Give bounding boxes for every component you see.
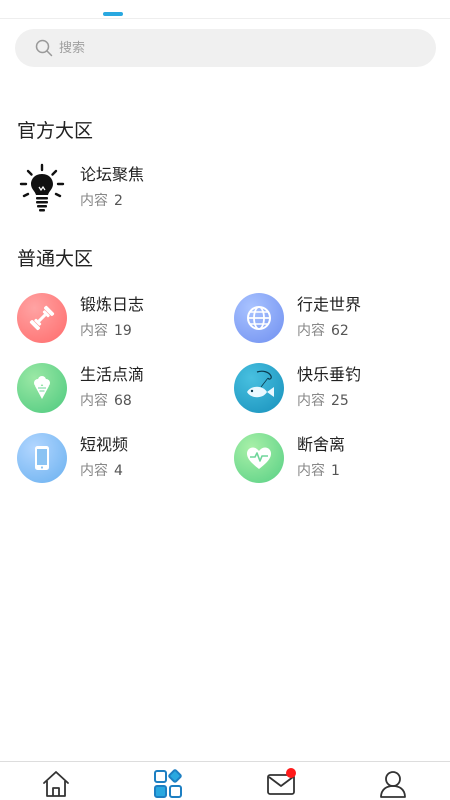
nav-messages[interactable] [263,768,299,800]
forum-item-life-moments[interactable]: 生活点滴 内容 68 [17,363,144,413]
official-section-title: 官方大区 [17,120,94,142]
unread-badge [286,768,296,778]
forum-content-count: 内容 1 [297,463,340,479]
forum-categories-page: 官方大区 论坛聚焦 [0,0,450,800]
forum-item-declutter[interactable]: 断舍离 内容 1 [234,433,345,483]
globe-icon [234,293,284,343]
general-section-title: 普通大区 [17,248,94,270]
forum-item-walk-the-world[interactable]: 行走世界 内容 62 [234,293,361,343]
ice-cream-icon [17,363,67,413]
forum-item-short-video[interactable]: 短视频 内容 4 [17,433,128,483]
forum-name: 行走世界 [297,295,362,314]
forum-item-workout-log[interactable]: 锻炼日志 内容 19 [17,293,144,343]
heart-icon [234,433,284,483]
phone-icon [17,433,67,483]
forum-name: 生活点滴 [80,365,145,384]
dumbbell-icon [17,293,67,343]
forum-name: 短视频 [80,435,129,454]
top-tab-strip [0,0,450,19]
forum-content-count: 内容 62 [297,323,349,339]
forum-name: 锻炼日志 [80,295,145,314]
nav-profile[interactable] [375,768,411,800]
forum-item-happy-fishing[interactable]: 快乐垂钓 内容 25 [234,363,361,413]
lightbulb-icon [17,163,67,213]
bottom-navigation [0,761,450,800]
nav-home[interactable] [38,768,74,800]
forum-content-count: 内容 68 [80,393,132,409]
category-grid-icon [152,768,184,800]
fish-icon [234,363,284,413]
forum-name: 快乐垂钓 [297,365,362,384]
search-icon [35,39,53,57]
forum-name: 断舍离 [297,435,346,454]
forum-content-count: 内容 2 [80,193,123,209]
search-bar[interactable] [15,29,436,67]
forum-item-forum-focus[interactable]: 论坛聚焦 内容 2 [17,163,144,213]
forum-name: 论坛聚焦 [80,165,145,184]
active-tab-indicator [103,12,123,16]
nav-categories[interactable] [150,768,186,800]
search-input[interactable] [57,39,421,57]
forum-content-count: 内容 25 [297,393,349,409]
profile-icon [377,768,409,800]
home-icon [40,768,72,800]
forum-content-count: 内容 4 [80,463,123,479]
forum-content-count: 内容 19 [80,323,132,339]
